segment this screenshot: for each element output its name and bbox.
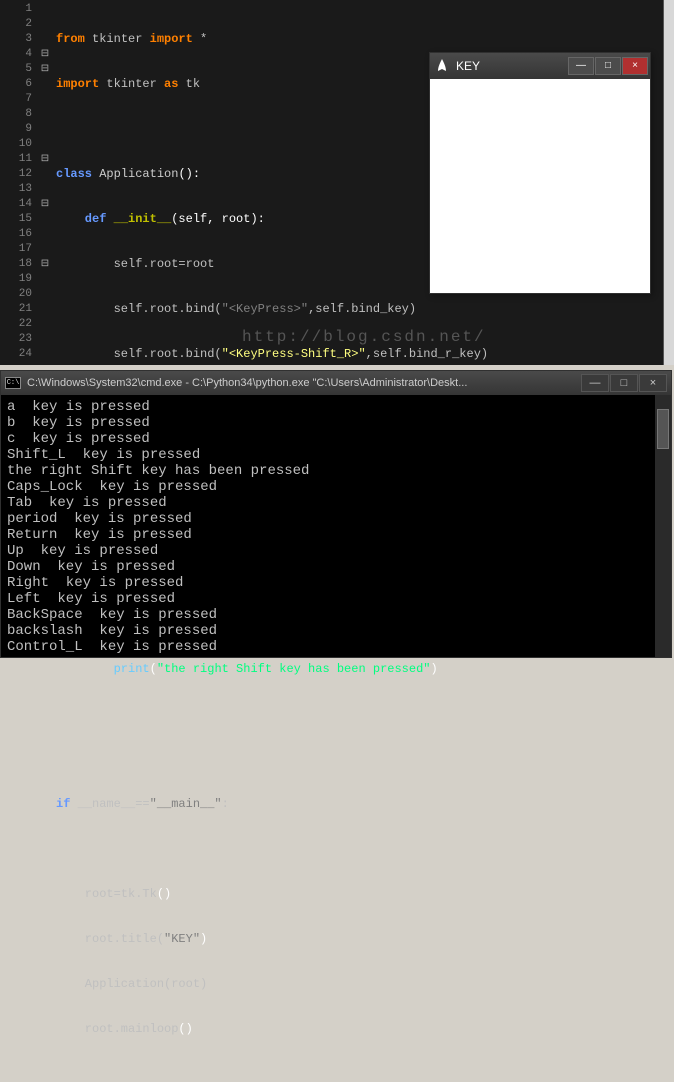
console-output[interactable]: a key is pressedb key is pressedc key is… bbox=[1, 395, 671, 657]
maximize-button[interactable]: □ bbox=[610, 374, 638, 392]
key-window-title: KEY bbox=[456, 59, 567, 73]
console-titlebar[interactable]: C:\ C:\Windows\System32\cmd.exe - C:\Pyt… bbox=[1, 371, 671, 395]
console-line: Caps_Lock key is pressed bbox=[7, 479, 665, 495]
console-line: b key is pressed bbox=[7, 415, 665, 431]
console-line: Shift_L key is pressed bbox=[7, 447, 665, 463]
console-line: Up key is pressed bbox=[7, 543, 665, 559]
close-button[interactable]: × bbox=[639, 374, 667, 392]
fold-column: ⊟ ⊟ ⊟ ⊟ ⊟ bbox=[38, 0, 52, 365]
scrollbar-thumb[interactable] bbox=[657, 409, 669, 449]
line-number: 9 bbox=[0, 122, 32, 137]
line-number: 15 bbox=[0, 212, 32, 227]
console-line: a key is pressed bbox=[7, 399, 665, 415]
console-line: BackSpace key is pressed bbox=[7, 607, 665, 623]
key-window-canvas[interactable] bbox=[430, 79, 650, 293]
line-number: 3 bbox=[0, 32, 32, 47]
line-number: 20 bbox=[0, 287, 32, 302]
line-number: 23 bbox=[0, 332, 32, 347]
line-number: 2 bbox=[0, 17, 32, 32]
line-number: 7 bbox=[0, 92, 32, 107]
line-number: 21 bbox=[0, 302, 32, 317]
line-number: 4 bbox=[0, 47, 32, 62]
console-line: c key is pressed bbox=[7, 431, 665, 447]
line-number: 13 bbox=[0, 182, 32, 197]
fold-icon[interactable]: ⊟ bbox=[38, 62, 52, 77]
line-number: 10 bbox=[0, 137, 32, 152]
line-number: 18 bbox=[0, 257, 32, 272]
key-window: KEY — □ × bbox=[429, 52, 651, 294]
console-line: Right key is pressed bbox=[7, 575, 665, 591]
line-number: 8 bbox=[0, 107, 32, 122]
fold-icon[interactable]: ⊟ bbox=[38, 152, 52, 167]
console-line: backslash key is pressed bbox=[7, 623, 665, 639]
console-line: Control_L key is pressed bbox=[7, 639, 665, 655]
line-number: 22 bbox=[0, 317, 32, 332]
line-number: 6 bbox=[0, 77, 32, 92]
key-window-titlebar[interactable]: KEY — □ × bbox=[430, 53, 650, 79]
line-number: 17 bbox=[0, 242, 32, 257]
maximize-button[interactable]: □ bbox=[595, 57, 621, 75]
console-window: C:\ C:\Windows\System32\cmd.exe - C:\Pyt… bbox=[0, 370, 672, 658]
tk-feather-icon bbox=[434, 58, 450, 74]
fold-icon[interactable]: ⊟ bbox=[38, 257, 52, 272]
line-number: 5 bbox=[0, 62, 32, 77]
console-title: C:\Windows\System32\cmd.exe - C:\Python3… bbox=[27, 377, 580, 389]
watermark-text: http://blog.csdn.net/ bbox=[242, 330, 486, 345]
console-line: Tab key is pressed bbox=[7, 495, 665, 511]
line-number-gutter: 1 2 3 4 5 6 7 8 9 10 11 12 13 14 15 16 1… bbox=[0, 0, 38, 365]
line-number: 24 bbox=[0, 347, 32, 362]
console-line: period key is pressed bbox=[7, 511, 665, 527]
console-scrollbar[interactable] bbox=[655, 395, 671, 657]
line-number: 1 bbox=[0, 2, 32, 17]
fold-icon[interactable]: ⊟ bbox=[38, 197, 52, 212]
minimize-button[interactable]: — bbox=[568, 57, 594, 75]
console-line: Down key is pressed bbox=[7, 559, 665, 575]
editor-scrollbar[interactable] bbox=[664, 0, 674, 365]
line-number: 11 bbox=[0, 152, 32, 167]
close-button[interactable]: × bbox=[622, 57, 648, 75]
console-line: the right Shift key has been pressed bbox=[7, 463, 665, 479]
line-number: 16 bbox=[0, 227, 32, 242]
minimize-button[interactable]: — bbox=[581, 374, 609, 392]
line-number: 14 bbox=[0, 197, 32, 212]
cmd-icon: C:\ bbox=[5, 377, 21, 389]
line-number: 19 bbox=[0, 272, 32, 287]
line-number: 12 bbox=[0, 167, 32, 182]
console-line: Return key is pressed bbox=[7, 527, 665, 543]
fold-icon[interactable]: ⊟ bbox=[38, 47, 52, 62]
console-line: Left key is pressed bbox=[7, 591, 665, 607]
